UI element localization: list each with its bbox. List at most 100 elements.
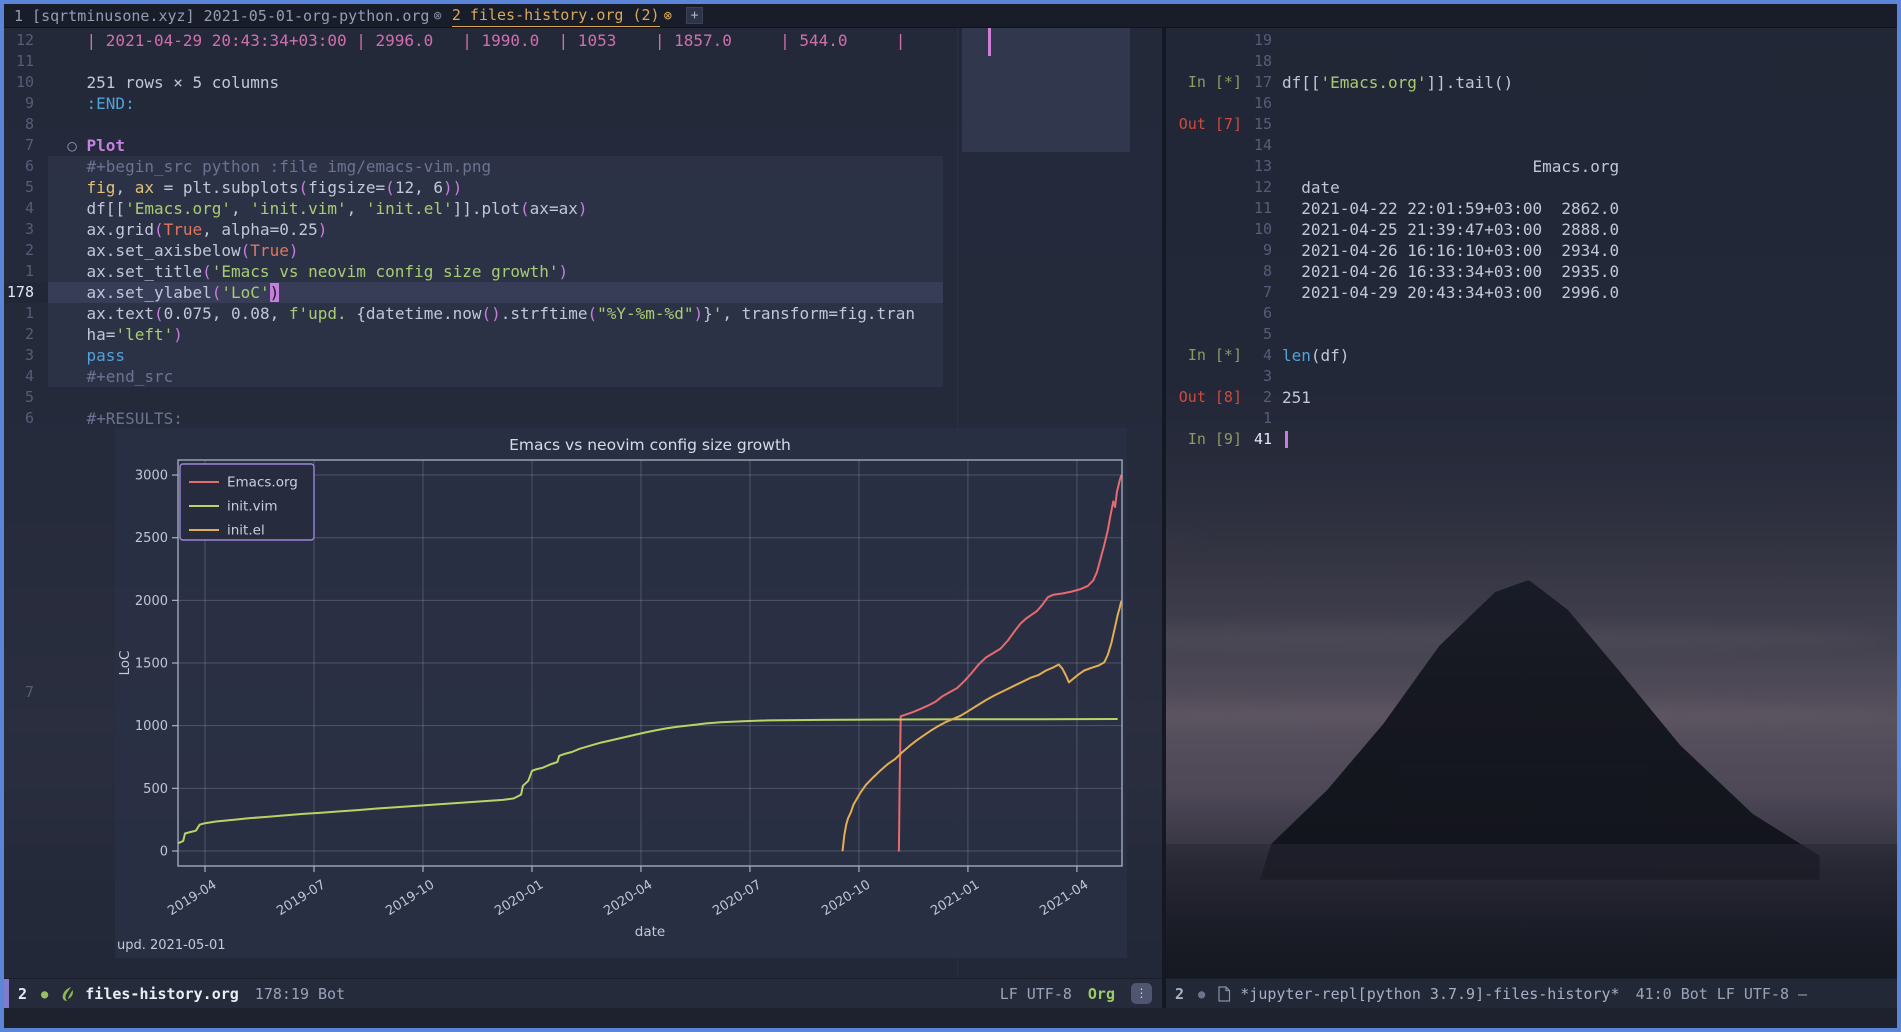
buffer-line: 11 [4,51,1162,72]
cell-marker [1166,93,1242,114]
cursor-position: 41:0 [1636,985,1672,1003]
line-number: 2 [4,324,48,345]
svg-text:3000: 3000 [135,469,168,484]
line-number: 5 [4,387,48,408]
line-text: 251 rows × 5 columns [48,72,943,93]
cell-marker [1166,408,1242,429]
buffer-line: 6 #+RESULTS: [4,408,1162,429]
line-number: 3 [1242,366,1282,387]
line-number: 2 [4,240,48,261]
line-text: | 2021-04-29 20:43:34+03:00 | 2996.0 | 1… [48,30,943,51]
buffer-line: 2 ha='left') [4,324,1162,345]
svg-text:500: 500 [143,782,168,797]
echo-area[interactable] [4,1008,1897,1028]
cell-marker: Out [8] [1166,387,1242,408]
cell-marker [1166,30,1242,51]
tab-list: 1 [sqrtminusone.xyz] 2021-05-01-org-pyth… [4,4,672,28]
line-text: ax.set_ylabel('LoC') [48,282,943,303]
repl-line: 11 2021-04-22 22:01:59+03:00 2862.0 [1166,198,1897,219]
svg-text:2500: 2500 [135,531,168,546]
tab[interactable]: 1 [sqrtminusone.xyz] 2021-05-01-org-pyth… [14,4,442,28]
buffer-state-icon: ● [41,987,48,1001]
checker-badge-icon[interactable]: ⋮ [1131,983,1152,1004]
repl-line: 9 2021-04-26 16:16:10+03:00 2934.0 [1166,240,1897,261]
tab-label: 2 files-history.org (2) [452,4,660,27]
line-text: ○ Plot [48,135,943,156]
repl-line: In [9]41 [1166,429,1897,450]
repl-line: 16 [1166,93,1897,114]
line-number: 1 [1242,408,1282,429]
window-number: 2 [1175,985,1184,1003]
repl-line: 5 [1166,324,1897,345]
buffer-line: 4 df[['Emacs.org', 'init.vim', 'init.el'… [4,198,1162,219]
line-number: 4 [1242,345,1282,366]
repl-line: 18 [1166,51,1897,72]
svg-text:2019-07: 2019-07 [274,877,328,919]
line-number: 6 [1242,303,1282,324]
line-number: 3 [4,345,48,366]
repl-line: Out [8]2251 [1166,387,1897,408]
buffer-line: 1 ax.text(0.075, 0.08, f'upd. {datetime.… [4,303,1162,324]
buffer-line: 2 ax.set_axisbelow(True) [4,240,1162,261]
line-number: 1 [4,303,48,324]
buffer-name[interactable]: files-history.org [85,985,239,1003]
buffer-state-icon: ● [1198,987,1205,1001]
cell-marker [1166,156,1242,177]
line-text [48,51,943,72]
inline-result-chart: 0500100015002000250030002019-042019-0720… [115,428,1127,958]
line-number: 11 [1242,198,1282,219]
line-text: ax.set_title('Emacs vs neovim config siz… [48,261,943,282]
line-number: 8 [1242,261,1282,282]
modeline-accent-bar [4,979,9,1009]
svg-text:2020-01: 2020-01 [492,877,546,919]
encoding-indicator: UTF-8 [1027,985,1072,1003]
line-number: 4 [4,198,48,219]
org-buffer[interactable]: 12 | 2021-04-29 20:43:34+03:00 | 2996.0 … [4,30,1162,429]
cell-marker: Out [7] [1166,114,1242,135]
chart-legend: Emacs.orginit.viminit.el [180,464,314,540]
line-number: 10 [4,72,48,93]
buffer-line: 1 ax.set_title('Emacs vs neovim config s… [4,261,1162,282]
line-text: pass [48,345,943,366]
cell-marker [1166,303,1242,324]
svg-text:0: 0 [160,845,168,860]
repl-line: 1 [1166,408,1897,429]
repl-line: 14 [1166,135,1897,156]
buffer-line: 178 ax.set_ylabel('LoC') [4,282,1162,303]
line-number: 9 [4,93,48,114]
window-divider[interactable] [1162,28,1166,1028]
svg-text:2019-04: 2019-04 [165,877,219,919]
jupyter-repl-buffer[interactable]: 1918In [*]17df[['Emacs.org']].tail()16Ou… [1166,30,1897,450]
tab-close-icon[interactable]: ⊗ [664,8,672,24]
cell-marker: In [9] [1166,429,1242,450]
org-mode-icon [60,986,76,1002]
buffer-name[interactable]: *jupyter-repl[python 3.7.9]-files-histor… [1240,985,1619,1003]
modeline-trailing: – [1798,985,1807,1003]
major-mode[interactable]: Org [1088,985,1115,1003]
line-text: 2021-04-26 16:33:34+03:00 2935.0 [1282,261,1619,282]
repl-line: 7 2021-04-29 20:43:34+03:00 2996.0 [1166,282,1897,303]
line-number: 16 [1242,93,1282,114]
line-text: ax.text(0.075, 0.08, f'upd. {datetime.no… [48,303,943,324]
line-text: len(df) [1282,345,1349,366]
buffer-line: 5 fig, ax = plt.subplots(figsize=(12, 6)… [4,177,1162,198]
line-text [48,114,943,135]
buffer-line: 7 ○ Plot [4,135,1162,156]
tab-close-icon[interactable]: ⊗ [433,8,441,24]
svg-text:2021-04: 2021-04 [1037,877,1091,919]
line-number: 12 [4,30,48,51]
window-number: 2 [18,985,27,1003]
svg-text:1000: 1000 [135,719,168,734]
new-tab-button[interactable]: + [686,7,703,24]
line-text: ax.grid(True, alpha=0.25) [48,219,943,240]
svg-text:Emacs.org: Emacs.org [227,475,298,491]
line-number: 15 [1242,114,1282,135]
svg-text:date: date [635,924,665,940]
line-number: 5 [1242,324,1282,345]
svg-text:init.vim: init.vim [227,499,278,515]
tab[interactable]: 2 files-history.org (2)⊗ [452,4,672,28]
line-text: ha='left') [48,324,943,345]
repl-line: 12 date [1166,177,1897,198]
line-number: 7 [1242,282,1282,303]
line-number: 6 [4,408,48,429]
